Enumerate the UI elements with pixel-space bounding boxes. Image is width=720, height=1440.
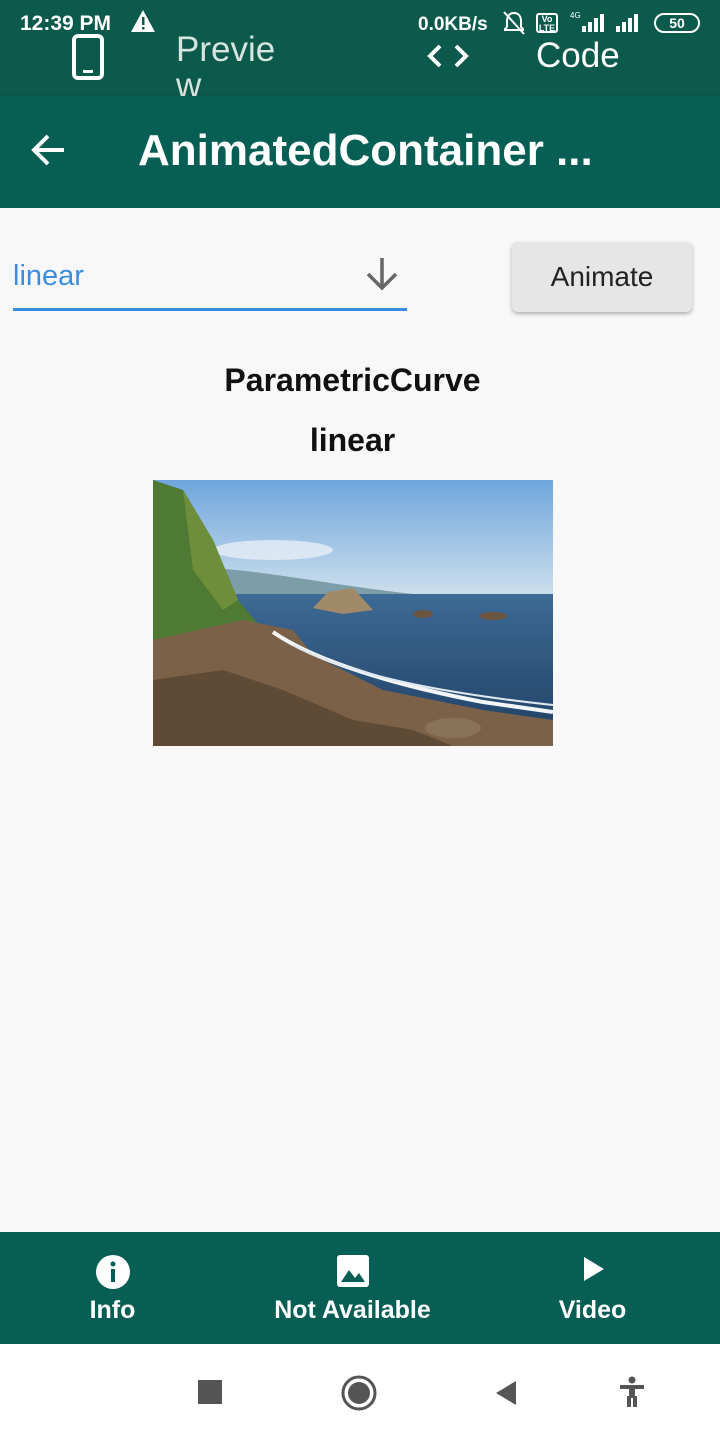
tab-code[interactable]: Code bbox=[410, 20, 670, 96]
tab-code-label: Code bbox=[536, 36, 620, 75]
bottom-nav-video-label: Video bbox=[558, 1296, 627, 1324]
curve-dropdown[interactable]: linear bbox=[13, 244, 407, 311]
page-title: AnimatedContainer ... bbox=[138, 126, 593, 175]
phone-icon bbox=[72, 34, 104, 85]
arrow-down-icon bbox=[365, 256, 399, 297]
animate-button-label: Animate bbox=[550, 261, 654, 292]
battery-level: 50 bbox=[669, 15, 685, 31]
recents-square-icon[interactable] bbox=[198, 1380, 222, 1409]
bottom-nav-image[interactable]: Not Available bbox=[250, 1254, 455, 1334]
back-triangle-icon[interactable] bbox=[494, 1380, 518, 1411]
preview-curve-name: ParametricCurve bbox=[224, 362, 481, 398]
dropdown-value: linear bbox=[13, 260, 84, 292]
home-circle-icon[interactable] bbox=[340, 1374, 378, 1417]
bottom-nav-info[interactable]: Info bbox=[40, 1254, 185, 1334]
preview-curve-type: linear bbox=[309, 422, 396, 458]
bottom-nav-info-label: Info bbox=[89, 1296, 136, 1324]
bottom-nav: Info Not Available Video bbox=[0, 1232, 720, 1344]
app-bar: AnimatedContainer ... bbox=[0, 96, 720, 208]
tab-preview-label: Previe w bbox=[176, 30, 276, 105]
accessibility-icon[interactable] bbox=[618, 1376, 646, 1413]
play-icon bbox=[520, 1254, 665, 1290]
animate-button[interactable]: Animate bbox=[512, 242, 692, 312]
info-icon bbox=[40, 1254, 185, 1290]
svg-text:4G: 4G bbox=[570, 11, 581, 20]
system-nav-bar bbox=[0, 1344, 720, 1440]
main-content: linear Animate ParametricCurve linear bbox=[0, 208, 720, 1232]
bottom-nav-video[interactable]: Video bbox=[520, 1254, 665, 1334]
coastline-image bbox=[153, 480, 553, 746]
bottom-nav-image-label: Not Available bbox=[274, 1296, 431, 1324]
back-arrow-icon[interactable] bbox=[30, 134, 66, 171]
tab-preview[interactable]: Previe w bbox=[60, 20, 300, 104]
code-icon bbox=[426, 42, 470, 75]
image-icon bbox=[250, 1254, 455, 1290]
